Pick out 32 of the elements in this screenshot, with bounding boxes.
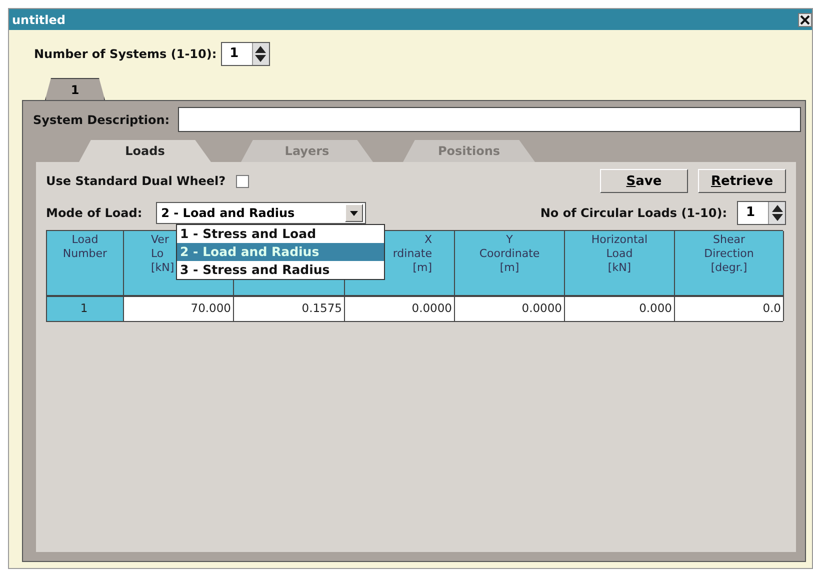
dropdown-option[interactable]: 2 - Load and Radius: [177, 243, 384, 261]
caret-icon: [350, 210, 358, 216]
system-tab[interactable]: 1: [45, 78, 105, 100]
table-cell[interactable]: 0.0: [675, 297, 784, 321]
table-cell[interactable]: 0.1575: [234, 297, 345, 321]
spin-arrows-icon: [254, 45, 268, 63]
spin-arrows-icon: [770, 204, 784, 222]
systems-spinner[interactable]: 1: [220, 42, 270, 66]
column-header: Shear Direction [degr.]: [675, 231, 784, 297]
table-cell[interactable]: 70.000: [124, 297, 234, 321]
retrieve-button[interactable]: Retrieve: [698, 169, 786, 193]
checkbox[interactable]: [236, 174, 249, 188]
close-button[interactable]: [798, 12, 812, 26]
field-label: Number of Systems (1-10):: [34, 47, 217, 61]
field-label: No of Circular Loads (1-10):: [540, 206, 727, 220]
column-header: Load Number: [47, 231, 124, 297]
table-cell[interactable]: 0.0000: [345, 297, 455, 321]
mode-dropdown[interactable]: 2 - Load and Radius: [156, 202, 366, 224]
tab[interactable]: Loads: [79, 140, 211, 162]
table-cell[interactable]: 0.000: [565, 297, 675, 321]
column-header: Horizontal Load [kN]: [565, 231, 675, 297]
checkbox-label: Use Standard Dual Wheel?: [46, 174, 226, 188]
window-title: untitled: [12, 12, 66, 26]
table-cell: 1: [47, 297, 124, 321]
field-label: Mode of Load:: [46, 206, 142, 220]
save-button[interactable]: Save: [600, 169, 688, 193]
table-cell[interactable]: 0.0000: [455, 297, 565, 321]
close-icon: [800, 14, 810, 24]
field-label: System Description:: [33, 112, 170, 126]
circular-loads-spinner[interactable]: 1: [737, 201, 786, 225]
description-field[interactable]: [178, 107, 801, 132]
column-header: Y Coordinate [m]: [455, 231, 565, 297]
